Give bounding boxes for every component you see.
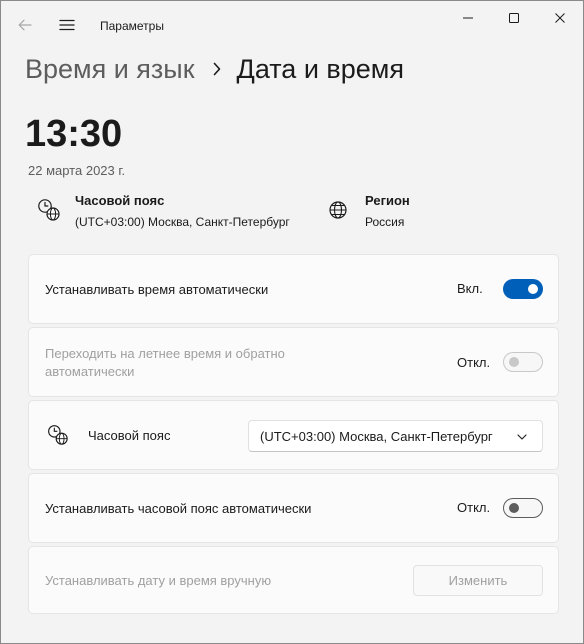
current-date: 22 марта 2023 г.	[28, 163, 126, 178]
settings-window: Параметры Время и язык Дата и время 13:3…	[0, 0, 584, 644]
auto-time-setting: Устанавливать время автоматически Вкл.	[28, 254, 559, 324]
current-time: 13:30	[25, 113, 123, 155]
auto-timezone-toggle[interactable]	[503, 498, 543, 518]
maximize-icon	[509, 13, 519, 23]
back-arrow-icon	[18, 19, 32, 31]
auto-timezone-label: Устанавливать часовой пояс автоматически	[45, 501, 312, 516]
minimize-button[interactable]	[445, 1, 491, 35]
maximize-button[interactable]	[491, 1, 537, 35]
region-info-value: Россия	[365, 215, 405, 229]
close-button[interactable]	[537, 1, 583, 35]
dst-toggle[interactable]	[503, 352, 543, 372]
timezone-info: Часовой пояс (UTC+03:00) Москва, Санкт-П…	[37, 193, 290, 229]
chevron-down-icon	[517, 434, 527, 440]
change-datetime-button[interactable]: Изменить	[413, 565, 543, 596]
timezone-label: Часовой пояс	[88, 428, 171, 443]
region-info-label: Регион	[365, 193, 410, 208]
auto-timezone-state: Откл.	[457, 500, 491, 515]
clock-globe-icon	[38, 199, 60, 221]
dst-label: Переходить на летнее время и обратно авт…	[45, 345, 285, 381]
minimize-icon	[463, 17, 473, 19]
chevron-right-icon	[213, 62, 220, 76]
dst-label-line2: автоматически	[45, 364, 135, 379]
region-info: Регион Россия	[327, 193, 410, 229]
back-button[interactable]	[11, 11, 39, 39]
breadcrumb-separator	[213, 62, 221, 76]
timezone-info-label: Часовой пояс	[75, 193, 165, 208]
dst-state: Откл.	[457, 355, 491, 370]
breadcrumb-parent-link[interactable]: Время и язык	[25, 54, 195, 85]
auto-time-label: Устанавливать время автоматически	[45, 282, 269, 297]
toggle-knob	[528, 284, 538, 294]
auto-time-toggle[interactable]	[503, 279, 543, 299]
breadcrumb: Время и язык Дата и время	[25, 49, 404, 89]
manual-datetime-setting: Устанавливать дату и время вручную Измен…	[28, 546, 559, 614]
page-title: Дата и время	[236, 53, 404, 84]
auto-time-state: Вкл.	[457, 281, 483, 296]
navigation-menu-button[interactable]	[53, 11, 81, 39]
app-title: Параметры	[100, 19, 164, 33]
dst-label-line1: Переходить на летнее время и обратно	[45, 346, 285, 361]
toggle-knob	[509, 503, 519, 513]
globe-icon	[329, 201, 347, 219]
timezone-dropdown-value: (UTC+03:00) Москва, Санкт-Петербург	[260, 428, 493, 444]
timezone-dropdown[interactable]: (UTC+03:00) Москва, Санкт-Петербург	[248, 420, 543, 452]
hamburger-menu-icon	[59, 19, 75, 31]
close-icon	[555, 13, 565, 23]
clock-globe-icon	[48, 425, 68, 445]
auto-timezone-setting: Устанавливать часовой пояс автоматически…	[28, 473, 559, 543]
dst-setting: Переходить на летнее время и обратно авт…	[28, 327, 559, 397]
toggle-knob	[509, 357, 519, 367]
manual-datetime-label: Устанавливать дату и время вручную	[45, 573, 272, 588]
title-bar: Параметры	[1, 1, 583, 43]
timezone-info-value: (UTC+03:00) Москва, Санкт-Петербург	[75, 215, 290, 229]
timezone-setting: Часовой пояс (UTC+03:00) Москва, Санкт-П…	[28, 400, 559, 470]
